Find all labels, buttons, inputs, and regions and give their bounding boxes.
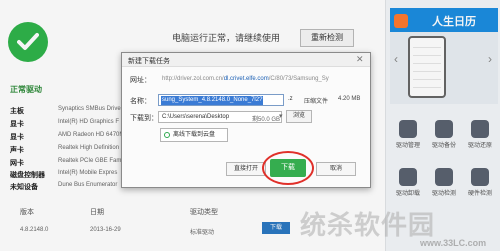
filename-extension: .z bbox=[288, 96, 293, 102]
cancel-button[interactable]: 取消 bbox=[316, 162, 356, 176]
url-suffix: /C/80/73/Samsung_Sy bbox=[268, 76, 329, 82]
dialog-titlebar[interactable]: 新建下载任务 ✕ bbox=[122, 53, 370, 67]
url-link[interactable]: dl.crivet.elfe.com bbox=[224, 76, 269, 82]
open-directly-button[interactable]: 直接打开 bbox=[226, 162, 266, 176]
free-space: 剩50.0 GB bbox=[252, 117, 281, 123]
path-label: 下载到： bbox=[130, 115, 158, 122]
name-label: 名称： bbox=[130, 98, 151, 105]
url-field[interactable]: http://driver.zol.com.cn/dl.crivet.elfe.… bbox=[158, 73, 364, 85]
download-path-value: C:\Users\serena\Desktop bbox=[162, 114, 230, 120]
offline-download-button[interactable]: 离线下载到云盘 bbox=[160, 128, 228, 142]
browse-button[interactable]: 浏览 bbox=[286, 110, 312, 123]
filename-selected-text: sung_System_4.8.2148.0_None_7l2? bbox=[161, 96, 264, 105]
file-size: 4.20 MB bbox=[338, 96, 361, 102]
dialog-title: 新建下载任务 bbox=[128, 58, 170, 65]
chevron-down-icon[interactable]: ▾ bbox=[279, 112, 283, 120]
name-row: sung_System_4.8.2148.0_None_7l2? .z 压缩文件… bbox=[158, 93, 364, 107]
url-prefix: http://driver.zol.com.cn/ bbox=[162, 76, 224, 82]
close-icon[interactable]: ✕ bbox=[356, 54, 364, 65]
highlight-circle bbox=[262, 151, 314, 185]
url-label: 网址： bbox=[130, 77, 151, 84]
filename-input[interactable]: sung_System_4.8.2148.0_None_7l2? bbox=[158, 94, 284, 106]
offline-download-label: 离线下载到云盘 bbox=[173, 132, 216, 138]
new-download-dialog: 新建下载任务 ✕ 网址： http://driver.zol.com.cn/dl… bbox=[121, 52, 371, 188]
cloud-icon bbox=[164, 132, 170, 138]
file-type: 压缩文件 bbox=[304, 99, 329, 105]
